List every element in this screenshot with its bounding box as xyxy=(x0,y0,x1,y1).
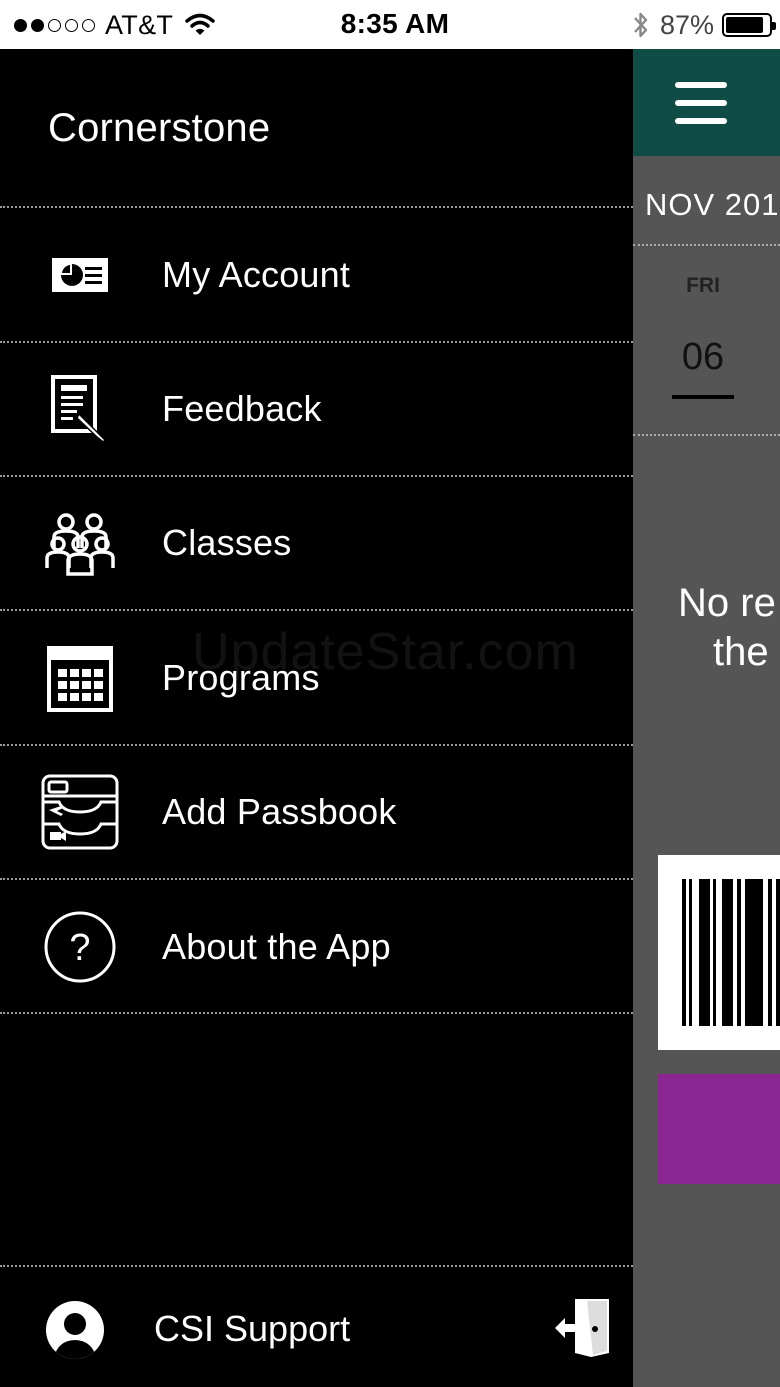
menu-item-about[interactable]: ? About the App xyxy=(0,881,633,1013)
hamburger-menu-icon[interactable] xyxy=(675,82,727,124)
empty-message-line2: the xyxy=(713,630,769,674)
menu-item-my-account[interactable]: My Account xyxy=(0,209,633,341)
feedback-form-icon xyxy=(40,369,120,449)
action-button[interactable] xyxy=(658,1074,780,1184)
svg-text:?: ? xyxy=(69,927,90,969)
battery-fill xyxy=(726,17,763,33)
menu-item-label: Programs xyxy=(162,657,320,698)
divider xyxy=(0,1012,633,1014)
background-screen: NOV 201 FRI 06 No re the xyxy=(633,49,780,1387)
divider xyxy=(0,878,633,880)
side-menu: Cornerstone My Account Feedback Classes … xyxy=(0,49,633,1387)
empty-message-line1: No re xyxy=(678,581,776,625)
menu-item-programs[interactable]: Programs xyxy=(0,612,633,744)
question-circle-icon: ? xyxy=(40,907,120,987)
user-name: CSI Support xyxy=(154,1308,351,1349)
barcode-card xyxy=(658,855,780,1050)
battery-icon xyxy=(722,13,776,37)
battery-percent: 87% xyxy=(659,9,714,40)
calendar-icon xyxy=(40,638,120,718)
status-bar: AT&T 8:35 AM 87% xyxy=(0,0,780,49)
menu-item-label: Classes xyxy=(162,522,292,563)
month-label: NOV 201 xyxy=(645,187,780,222)
barcode-icon xyxy=(682,879,780,1026)
user-footer: CSI Support xyxy=(0,1267,633,1387)
divider xyxy=(0,206,633,208)
account-card-icon xyxy=(40,235,120,315)
menu-item-label: About the App xyxy=(162,926,391,967)
day-label: FRI xyxy=(686,274,720,297)
date-selector[interactable]: 06 xyxy=(673,336,733,379)
logout-door-icon[interactable] xyxy=(553,1297,613,1359)
divider xyxy=(633,244,780,246)
status-right: 87% xyxy=(632,8,776,42)
group-people-icon xyxy=(40,503,120,583)
divider xyxy=(0,609,633,611)
menu-item-label: Feedback xyxy=(162,388,322,429)
passbook-wallet-icon xyxy=(40,772,120,852)
menu-item-add-passbook[interactable]: Add Passbook xyxy=(0,746,633,878)
user-avatar-icon xyxy=(46,1301,104,1359)
selected-date-underline xyxy=(672,395,734,399)
bluetooth-icon xyxy=(634,12,648,38)
menu-item-label: Add Passbook xyxy=(162,791,397,832)
menu-item-label: My Account xyxy=(162,254,351,295)
menu-item-classes[interactable]: Classes xyxy=(0,477,633,609)
brand-title: Cornerstone xyxy=(48,106,271,150)
divider xyxy=(633,434,780,436)
menu-item-feedback[interactable]: Feedback xyxy=(0,343,633,475)
background-header xyxy=(633,49,780,156)
